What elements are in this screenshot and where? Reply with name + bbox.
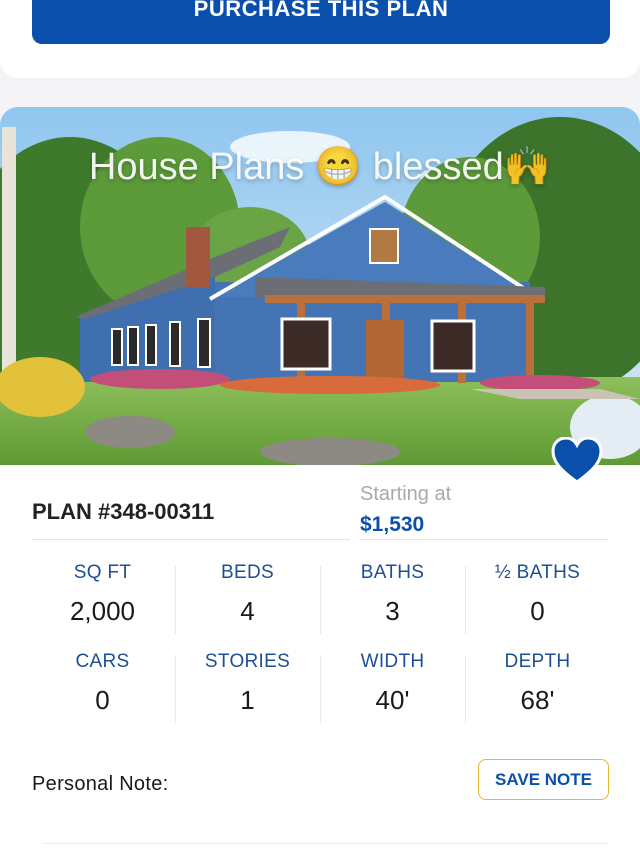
divider — [175, 566, 176, 634]
stat-depth: DEPTH 68' — [465, 651, 610, 721]
stat-label: CARS — [75, 651, 130, 672]
house-photo: House Plans 😁 blessed🙌 — [0, 107, 640, 465]
stat-value: 68' — [520, 685, 555, 715]
stat-half-baths: ½ BATHS 0 — [465, 562, 610, 632]
stat-value: 3 — [385, 596, 400, 626]
divider — [360, 539, 608, 540]
divider — [32, 539, 350, 540]
plan-stats-grid: SQ FT 2,000 BEDS 4 BATHS 3 ½ BATHS 0 CAR… — [30, 562, 610, 732]
stat-value: 0 — [95, 685, 110, 715]
stat-value: 4 — [240, 596, 255, 626]
plan-price: $1,530 — [360, 513, 425, 536]
stat-beds: BEDS 4 — [175, 562, 320, 632]
stat-sq-ft: SQ FT 2,000 — [30, 562, 175, 632]
plan-card: House Plans 😁 blessed🙌 PLAN #348-00311 S… — [0, 107, 640, 867]
plan-number: PLAN #348-00311 — [32, 499, 215, 524]
stat-value: 1 — [240, 685, 255, 715]
overlay-caption: House Plans 😁 blessed🙌 — [88, 146, 552, 188]
stat-label: BATHS — [360, 562, 425, 583]
stat-value: 2,000 — [69, 596, 136, 626]
divider — [465, 655, 466, 723]
stat-label: STORIES — [204, 651, 291, 672]
starting-at-label: Starting at — [360, 483, 452, 505]
stat-value: 40' — [375, 685, 410, 715]
stat-cars: CARS 0 — [30, 651, 175, 721]
stat-label: WIDTH — [360, 651, 425, 672]
divider — [465, 566, 466, 634]
save-note-button[interactable]: SAVE NOTE — [478, 759, 609, 800]
purchase-section: PURCHASE THIS PLAN — [0, 0, 640, 78]
stat-label: ½ BATHS — [494, 562, 581, 583]
favorite-heart-icon[interactable] — [551, 437, 603, 485]
stat-label: BEDS — [221, 562, 274, 583]
stat-width: WIDTH 40' — [320, 651, 465, 721]
personal-note-label: Personal Note: — [32, 773, 169, 795]
divider — [320, 566, 321, 634]
stat-baths: BATHS 3 — [320, 562, 465, 632]
stat-stories: STORIES 1 — [175, 651, 320, 721]
divider — [175, 655, 176, 723]
stat-label: SQ FT — [73, 562, 132, 583]
purchase-plan-button[interactable]: PURCHASE THIS PLAN — [32, 0, 610, 44]
divider — [320, 655, 321, 723]
stat-value: 0 — [530, 596, 545, 626]
stat-label: DEPTH — [504, 651, 571, 672]
note-input-border — [44, 843, 609, 844]
